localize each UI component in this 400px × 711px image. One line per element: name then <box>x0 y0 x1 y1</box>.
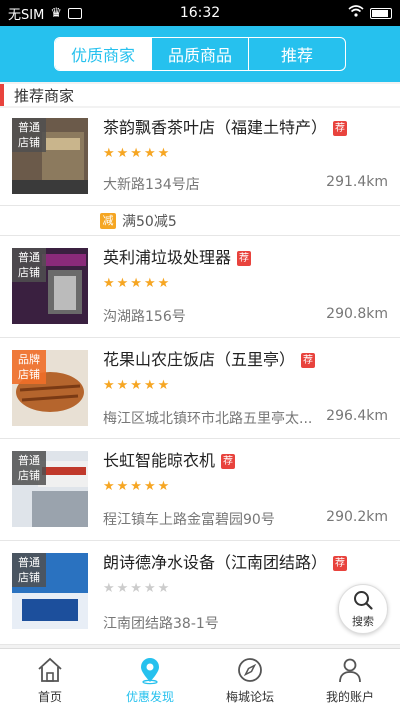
store-name: 长虹智能晾衣机荐 <box>103 451 236 470</box>
recommend-tag: 荐 <box>221 454 236 469</box>
tab-quality-merchants[interactable]: 优质商家 <box>55 38 152 70</box>
store-item[interactable]: 普通 店铺 长虹智能晾衣机荐 ★★★★★ 程江镇车上路金富碧园90号 290.2k… <box>0 439 400 541</box>
bottom-tab-bar: 首页 优惠发现 梅城论坛 我的账户 <box>0 648 400 711</box>
tab-forum-label: 梅城论坛 <box>225 690 274 704</box>
tab-home[interactable]: 首页 <box>0 649 100 711</box>
store-type-badge: 品牌 店铺 <box>12 350 46 384</box>
section-accent-bar <box>0 84 4 106</box>
store-name: 茶韵飘香茶叶店（福建土特产）荐 <box>103 118 348 137</box>
store-item[interactable]: 品牌 店铺 花果山农庄饭店（五里亭）荐 ★★★★★ 梅江区城北镇环市北路五里亭太.… <box>0 338 400 439</box>
user-icon <box>339 658 361 683</box>
store-distance: 290.2km <box>326 509 388 525</box>
store-name: 花果山农庄饭店（五里亭）荐 <box>103 350 316 369</box>
store-thumbnail: 普通 店铺 <box>12 553 88 629</box>
tab-account[interactable]: 我的账户 <box>300 649 400 711</box>
store-address: 程江镇车上路金富碧园90号 <box>103 512 275 528</box>
segment-control: 优质商家 品质商品 推荐 <box>54 37 346 71</box>
crown-icon: ♛ <box>50 5 62 21</box>
notification-icon <box>67 7 82 19</box>
recommend-tag: 荐 <box>237 251 252 266</box>
tab-quality-products[interactable]: 品质商品 <box>152 38 249 70</box>
battery-icon <box>370 7 392 19</box>
store-type-badge: 普通 店铺 <box>12 118 46 152</box>
discount-icon: 减 <box>100 212 116 229</box>
clock: 16:32 <box>179 5 221 21</box>
store-list: 普通 店铺 茶韵飘香茶叶店（福建土特产）荐 ★★★★★ 大新路134号店 291.… <box>0 108 400 645</box>
wifi-icon <box>348 5 364 21</box>
location-icon <box>141 658 159 685</box>
recommend-tag: 荐 <box>333 121 348 136</box>
promo-text: 满50减5 <box>122 213 177 230</box>
tab-home-label: 首页 <box>37 690 62 704</box>
store-thumbnail: 品牌 店铺 <box>12 350 88 426</box>
home-icon <box>38 657 62 682</box>
status-bar: 无SIM ♛ 16:32 <box>0 0 400 26</box>
tab-recommended[interactable]: 推荐 <box>249 38 345 70</box>
tab-account-label: 我的账户 <box>325 690 374 704</box>
store-thumbnail: 普通 店铺 <box>12 248 88 324</box>
tab-discover-label: 优惠发现 <box>125 690 174 704</box>
tab-discover[interactable]: 优惠发现 <box>100 649 200 711</box>
store-item[interactable]: 普通 店铺 茶韵飘香茶叶店（福建土特产）荐 ★★★★★ 大新路134号店 291.… <box>0 108 400 206</box>
recommend-tag: 荐 <box>333 556 348 571</box>
section-title: 推荐商家 <box>14 86 75 105</box>
search-icon <box>354 591 373 610</box>
section-header: 推荐商家 <box>0 84 400 106</box>
store-type-badge: 普通 店铺 <box>12 553 46 587</box>
star-rating: ★★★★★ <box>103 479 172 494</box>
store-address: 大新路134号店 <box>103 177 200 193</box>
store-distance: 296.4km <box>326 408 388 424</box>
store-item[interactable]: 普通 店铺 英利浦垃圾处理器荐 ★★★★★ 沟湖路156号 290.8km <box>0 236 400 338</box>
star-rating: ★★★★★ <box>103 146 172 161</box>
store-type-badge: 普通 店铺 <box>12 248 46 282</box>
store-distance: 290.8km <box>326 306 388 322</box>
store-address: 梅江区城北镇环市北路五里亭太... <box>103 411 313 427</box>
top-header: 优质商家 品质商品 推荐 <box>0 26 400 82</box>
store-thumbnail: 普通 店铺 <box>12 451 88 527</box>
recommend-tag: 荐 <box>301 353 316 368</box>
store-distance: 291.4km <box>326 174 388 190</box>
star-rating: ★★★★★ <box>103 581 172 596</box>
store-address: 沟湖路156号 <box>103 309 186 325</box>
store-item[interactable]: 普通店铺 朗诗德净水设备（江南团结路）荐 ★★★★★ 江南团结路38-1号 29 <box>0 541 400 645</box>
store-thumbnail: 普通 店铺 <box>12 118 88 194</box>
search-label: 搜索 <box>352 615 374 628</box>
compass-icon <box>238 658 262 682</box>
store-address: 江南团结路38-1号 <box>103 616 219 632</box>
store-type-badge: 普通 店铺 <box>12 451 46 485</box>
store-name: 朗诗德净水设备（江南团结路）荐 <box>103 553 348 572</box>
carrier-label: 无SIM <box>8 7 45 23</box>
store-name: 英利浦垃圾处理器荐 <box>103 248 252 267</box>
search-button[interactable]: 搜索 <box>338 584 388 634</box>
promo-row[interactable]: 减 满50减5 <box>0 206 400 236</box>
star-rating: ★★★★★ <box>103 276 172 291</box>
tab-forum[interactable]: 梅城论坛 <box>200 649 300 711</box>
star-rating: ★★★★★ <box>103 378 172 393</box>
